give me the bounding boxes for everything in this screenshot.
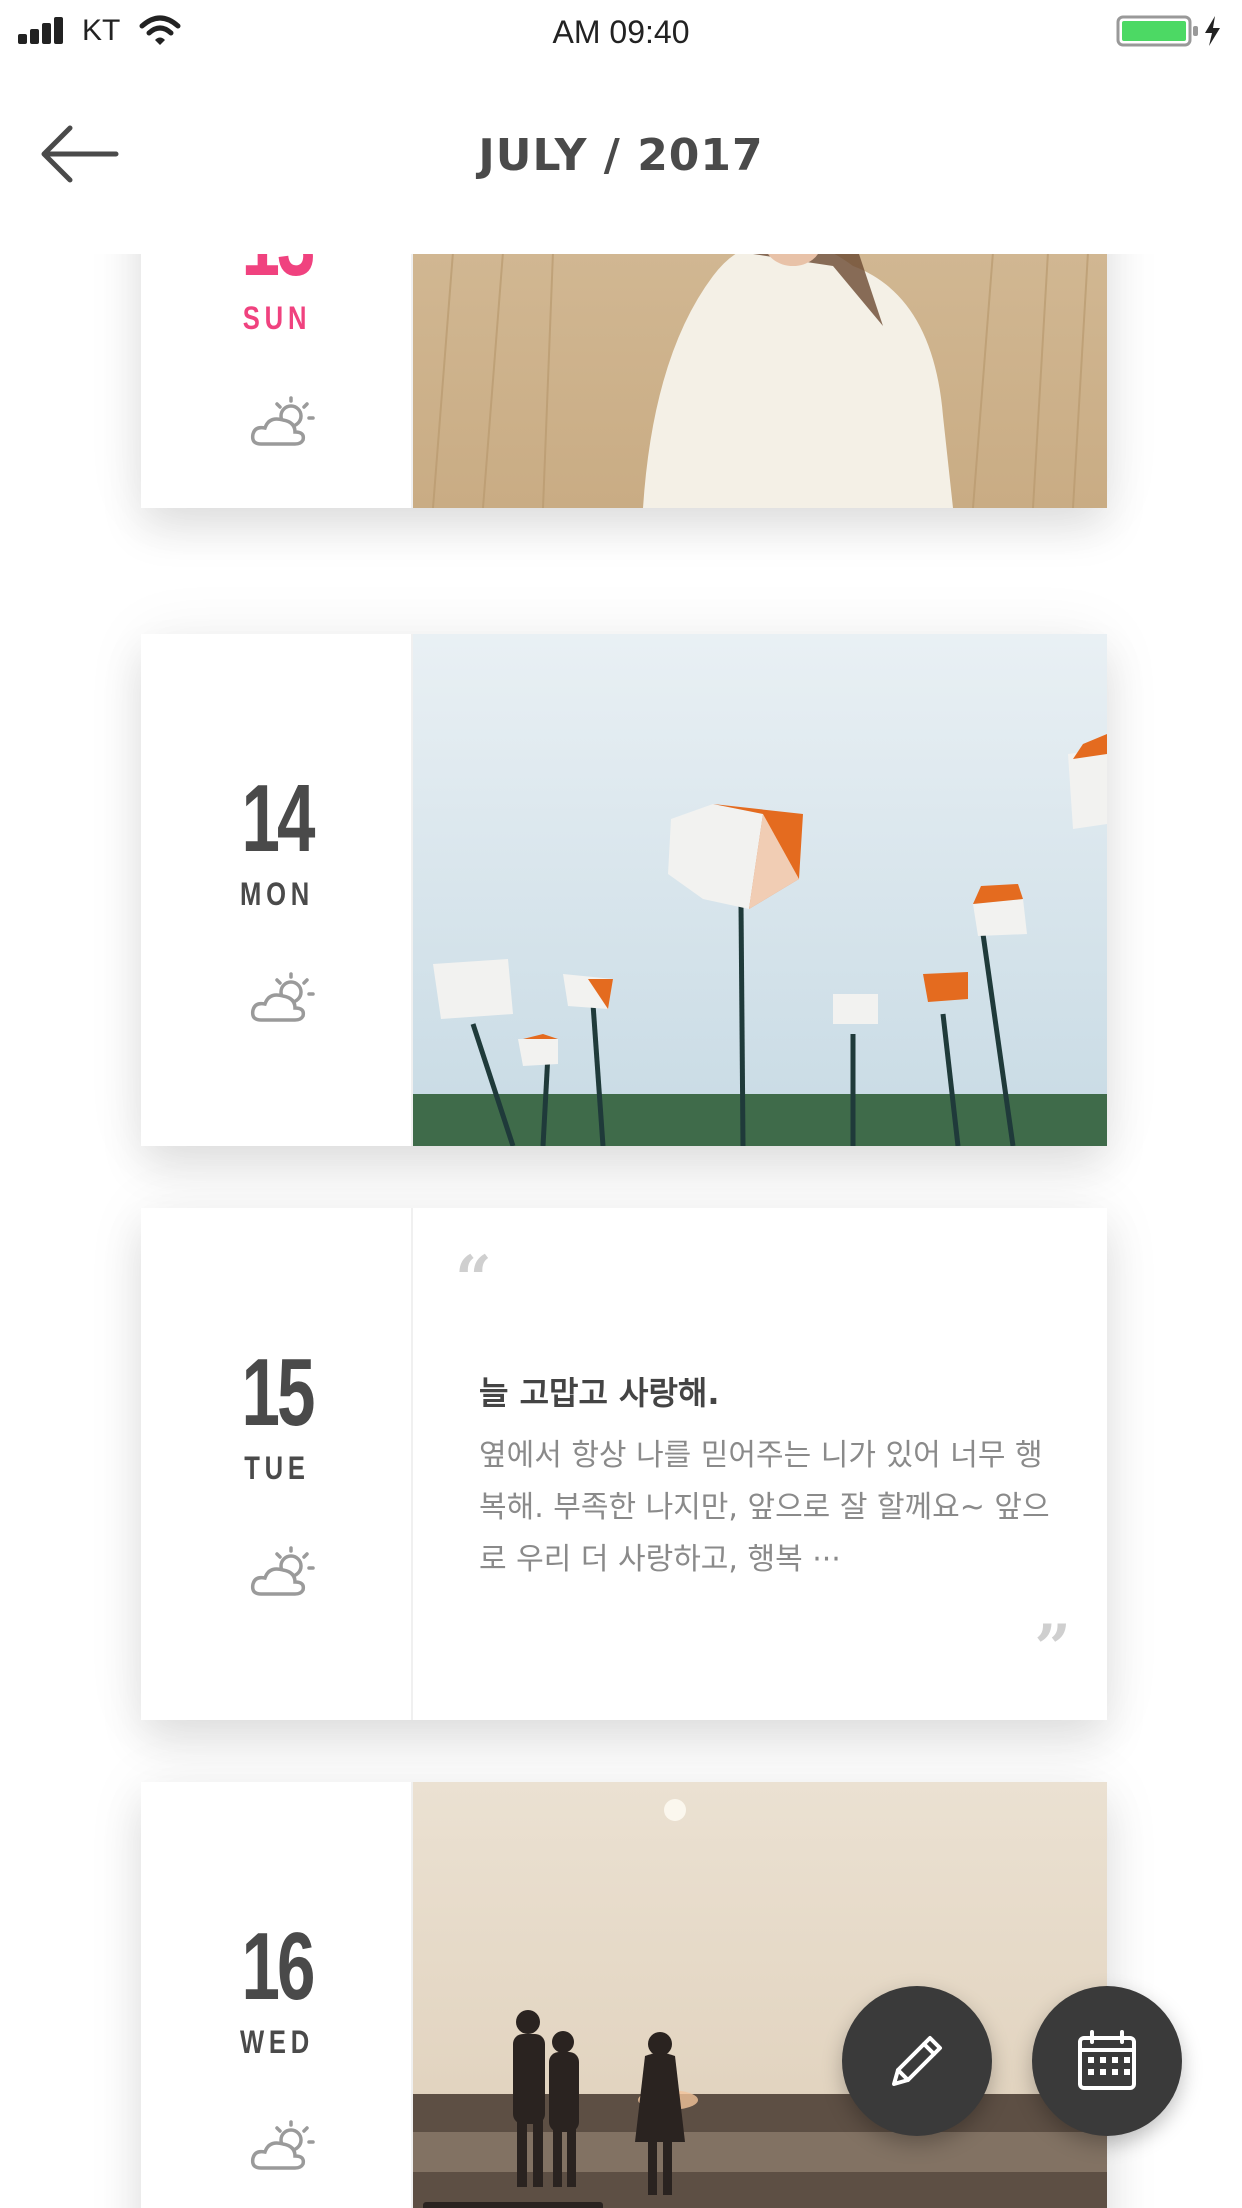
birdhouses-photo: [413, 634, 1107, 1146]
entry-photo[interactable]: [413, 1782, 1107, 2208]
battery-icon: [1116, 15, 1198, 47]
diary-entry-card[interactable]: 15 TUE “ 늘 고맙고 사랑해. 옆에서 항상 나를 믿어주는 니가 있어…: [141, 1208, 1107, 1720]
status-time: AM 09:40: [552, 14, 690, 50]
page-title: JULY / 2017: [478, 130, 764, 181]
diary-entry-card[interactable]: 13 SUN: [141, 254, 1107, 508]
charging-bolt-icon: [1205, 16, 1220, 46]
entry-date-column: 15 TUE: [141, 1208, 413, 1720]
entry-date-column: 13 SUN: [141, 254, 413, 508]
entry-day-number: 15: [241, 1339, 315, 1446]
entry-weekday: TUE: [244, 1450, 310, 1486]
entry-photo[interactable]: [413, 254, 1107, 508]
partly-cloudy-icon: [250, 2120, 315, 2170]
open-quote-icon: “: [455, 1242, 492, 1317]
beach-sunset-photo: [413, 1782, 1107, 2208]
calendar-button[interactable]: [1032, 1986, 1182, 2136]
diary-entry-card[interactable]: 14 MON: [141, 634, 1107, 1146]
entry-day-number: 13: [179, 254, 375, 298]
diary-feed[interactable]: 13 SUN: [0, 254, 1242, 2208]
entry-weekday: SUN: [242, 300, 312, 336]
entry-photo[interactable]: [413, 634, 1107, 1146]
partly-cloudy-icon: [250, 1546, 315, 1596]
entry-day-number: 16: [241, 1913, 315, 2020]
entry-title: 늘 고맙고 사랑해.: [479, 1374, 720, 1412]
entry-body: 옆에서 항상 나를 믿어주는 니가 있어 너무 행복해. 부족한 나지만, 앞으…: [479, 1438, 1050, 1577]
entry-weekday: MON: [239, 876, 315, 912]
diary-entry-card[interactable]: 16 WED: [141, 1782, 1107, 2208]
entry-weekday: WED: [239, 2024, 315, 2060]
entry-text-content[interactable]: “ 늘 고맙고 사랑해. 옆에서 항상 나를 믿어주는 니가 있어 너무 행복해…: [413, 1208, 1107, 1720]
app-header: JULY / 2017: [0, 64, 1242, 254]
write-entry-button[interactable]: [842, 1986, 992, 2136]
entry-day-number: 14: [241, 765, 315, 872]
close-quote-icon: ”: [1034, 1611, 1071, 1686]
entry-date-column: 16 WED: [141, 1782, 413, 2208]
field-portrait-photo: [413, 254, 1107, 508]
partly-cloudy-icon: [250, 972, 315, 1022]
pencil-icon: [892, 2036, 942, 2086]
partly-cloudy-icon: [250, 396, 315, 446]
entry-date-column: 14 MON: [141, 634, 413, 1146]
status-bar: KT AM 09:40: [0, 0, 1242, 64]
calendar-icon: [1078, 2030, 1136, 2090]
